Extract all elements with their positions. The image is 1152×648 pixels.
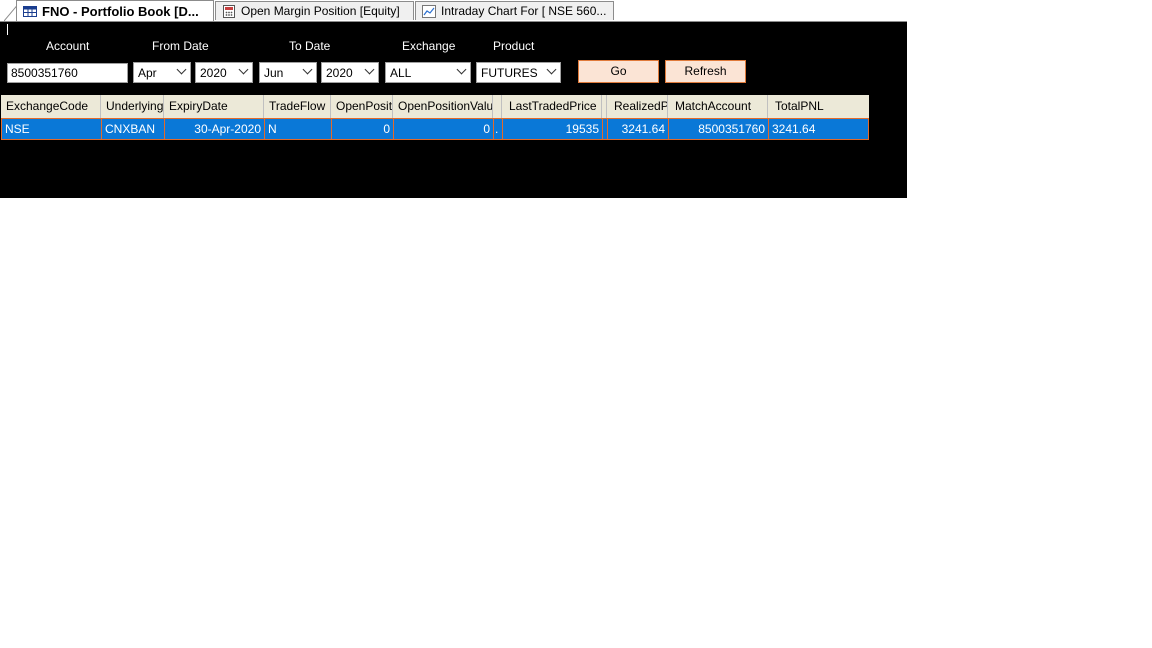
from-year-value: 2020	[200, 66, 227, 80]
portfolio-grid: ExchangeCode Underlying ExpiryDate Trade…	[1, 95, 869, 140]
cell-narrow-1: .	[494, 119, 503, 139]
cell-matchaccount: 8500351760	[669, 119, 769, 139]
tab-strip: FNO - Portfolio Book [D... Open Margin P…	[0, 0, 907, 22]
line-chart-icon	[422, 4, 436, 18]
product-value: FUTURES	[481, 66, 538, 80]
table-row[interactable]: NSE CNXBAN 30-Apr-2020 N 0 0 . 19535 324…	[1, 118, 869, 140]
exchange-value: ALL	[390, 66, 412, 80]
account-label: Account	[46, 39, 90, 53]
column-header-tradeflow[interactable]: TradeFlow	[264, 95, 331, 118]
column-header-totalpnl[interactable]: TotalPNL	[768, 95, 869, 118]
column-header-lasttradedprice[interactable]: LastTradedPrice	[502, 95, 602, 118]
product-select[interactable]: FUTURES	[476, 62, 561, 83]
cell-tradeflow: N	[265, 119, 332, 139]
go-button[interactable]: Go	[578, 60, 659, 83]
chevron-down-icon	[176, 64, 187, 75]
cell-openpositionvalue: 0	[394, 119, 494, 139]
cell-realizedpnl: 3241.64	[608, 119, 669, 139]
cell-underlying: CNXBAN	[102, 119, 165, 139]
cell-lasttradedprice: 19535	[503, 119, 603, 139]
column-header-realizedpnl[interactable]: RealizedPr	[607, 95, 668, 118]
portfolio-book-panel: Account From Date To Date Exchange Produ…	[0, 22, 907, 198]
column-header-underlying[interactable]: Underlying	[101, 95, 164, 118]
to-date-label: To Date	[289, 39, 331, 53]
chevron-down-icon	[302, 64, 313, 75]
exchange-label: Exchange	[402, 39, 456, 53]
cell-totalpnl: 3241.64	[772, 122, 816, 136]
chevron-down-icon	[456, 64, 467, 75]
column-header-openpositionvalue[interactable]: OpenPositionValue	[393, 95, 493, 118]
cell-openposition: 0	[332, 119, 394, 139]
calculator-icon	[222, 4, 236, 18]
exchange-select[interactable]: ALL	[385, 62, 471, 83]
cell-exchangecode: NSE	[2, 119, 102, 139]
product-label: Product	[493, 39, 535, 53]
tab-intraday-chart[interactable]: Intraday Chart For [ NSE 560...	[415, 1, 614, 20]
chevron-down-icon	[364, 64, 375, 75]
tab-label: FNO - Portfolio Book [D...	[42, 3, 199, 19]
column-header-exchangecode[interactable]: ExchangeCode	[1, 95, 101, 118]
tab-label: Open Margin Position [Equity]	[241, 4, 400, 18]
column-header-expirydate[interactable]: ExpiryDate	[164, 95, 264, 118]
column-header-narrow-1[interactable]	[493, 95, 502, 118]
cell-expirydate: 30-Apr-2020	[165, 119, 265, 139]
column-header-openposition[interactable]: OpenPositio	[331, 95, 393, 118]
to-month-value: Jun	[264, 66, 284, 80]
chevron-down-icon	[546, 64, 557, 75]
grid-header: ExchangeCode Underlying ExpiryDate Trade…	[1, 95, 869, 118]
column-header-matchaccount[interactable]: MatchAccount	[668, 95, 768, 118]
tab-label: Intraday Chart For [ NSE 560...	[441, 4, 607, 18]
from-year-select[interactable]: 2020	[195, 62, 253, 83]
to-year-value: 2020	[326, 66, 353, 80]
to-month-select[interactable]: Jun	[259, 62, 317, 83]
from-date-label: From Date	[152, 39, 209, 53]
tab-fno-portfolio-book[interactable]: FNO - Portfolio Book [D...	[16, 0, 214, 21]
refresh-button[interactable]: Refresh	[665, 60, 746, 83]
chevron-down-icon	[238, 64, 249, 75]
from-month-value: Apr	[138, 66, 157, 80]
text-caret	[7, 24, 8, 35]
tab-open-margin-position[interactable]: Open Margin Position [Equity]	[215, 1, 414, 20]
to-year-select[interactable]: 2020	[321, 62, 379, 83]
account-input[interactable]	[7, 63, 128, 83]
from-month-select[interactable]: Apr	[133, 62, 191, 83]
grid-book-icon	[23, 5, 37, 18]
